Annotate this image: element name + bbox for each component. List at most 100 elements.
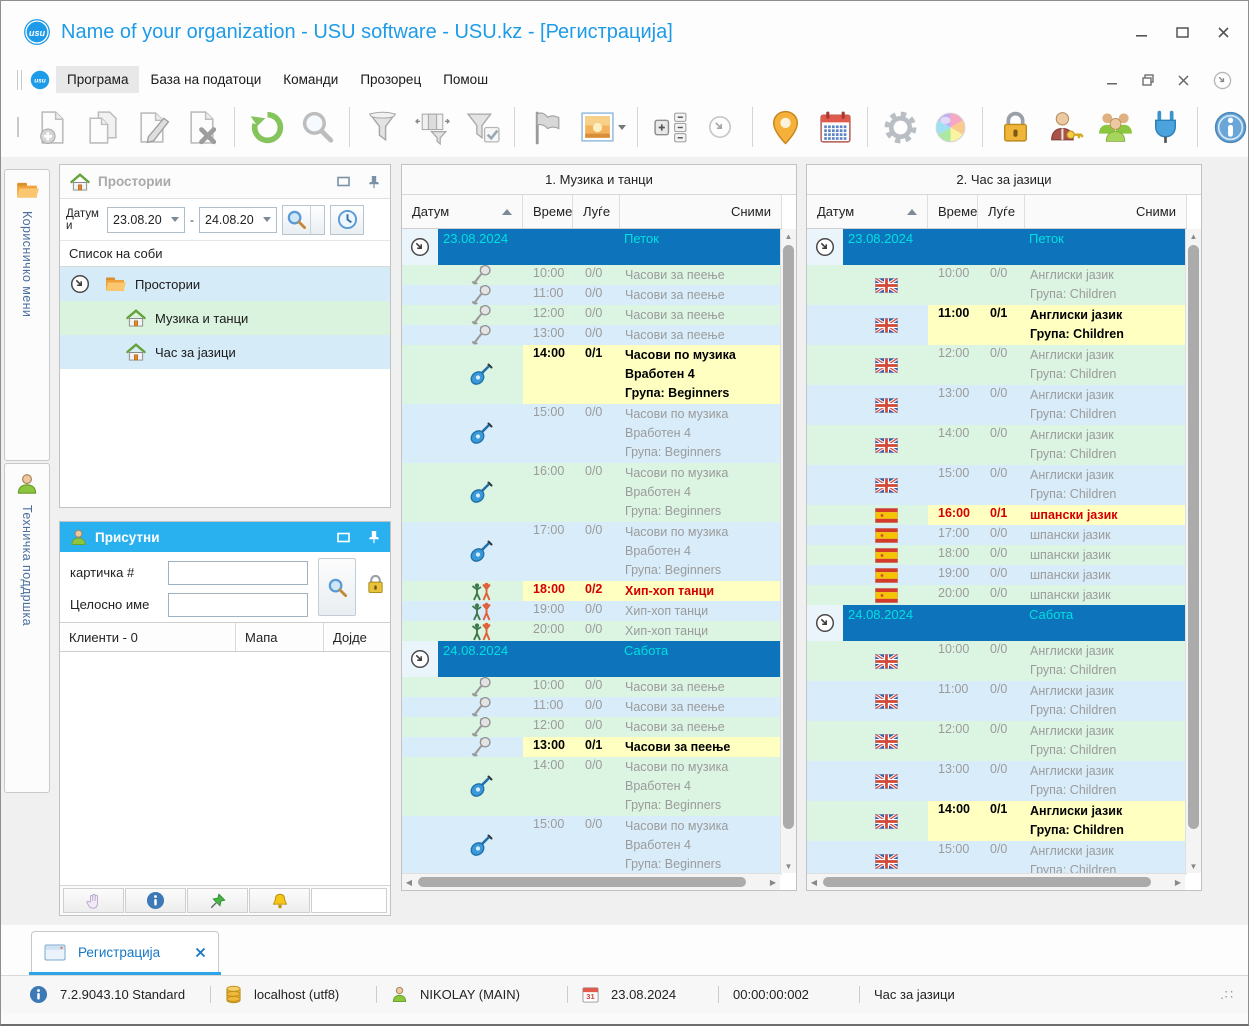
rooms-search-dropdown[interactable] <box>310 205 325 235</box>
mdi-minimize-icon[interactable] <box>1107 75 1118 86</box>
schedule-row[interactable]: 11:00 0/1 Англиски јазикГрупа: Children <box>807 305 1187 345</box>
maximize-icon[interactable] <box>1176 26 1189 39</box>
schedule-row[interactable]: 15:00 0/0 Часови по музикаВработен 4Груп… <box>402 404 782 463</box>
menu-item-4[interactable]: Помош <box>432 66 499 93</box>
color-wheel-button[interactable] <box>925 102 975 152</box>
scrollbar-thumb[interactable] <box>1188 245 1199 829</box>
rooms-clock-button[interactable] <box>330 205 364 235</box>
date-to-select[interactable]: 24.08.20 <box>199 207 277 233</box>
search-button[interactable] <box>292 102 342 152</box>
scroll-down-icon[interactable]: ▼ <box>781 859 796 873</box>
schedule-row[interactable]: 10:00 0/0 Англиски јазикГрупа: Children <box>807 265 1187 305</box>
scroll-up-icon[interactable]: ▲ <box>1186 229 1201 243</box>
col-datum[interactable]: Датум <box>402 195 523 228</box>
present-search-button[interactable] <box>318 558 356 616</box>
filter-check-button[interactable] <box>457 102 507 152</box>
schedule-row[interactable]: 18:00 0/2 Хип-хоп танци <box>402 581 782 601</box>
schedule-row[interactable]: 20:00 0/0 шпански јазик <box>807 585 1187 605</box>
scroll-right-icon[interactable]: ▶ <box>1171 874 1185 890</box>
info-circle-button[interactable] <box>125 888 186 913</box>
users-group-button[interactable] <box>1090 102 1140 152</box>
refresh-button[interactable] <box>242 102 292 152</box>
map-pin-button[interactable] <box>760 102 810 152</box>
overflow-chevron-button[interactable] <box>695 102 745 152</box>
schedule-row[interactable]: 11:00 0/0 Часови за пеење <box>402 285 782 305</box>
schedule-row[interactable]: 17:00 0/0 шпански јазик <box>807 525 1187 545</box>
plug-button[interactable] <box>1140 102 1190 152</box>
pin-icon[interactable] <box>368 175 380 189</box>
schedule-row[interactable]: 16:00 0/1 шпански јазик <box>807 505 1187 525</box>
schedule-row[interactable]: 14:00 0/1 Англиски јазикГрупа: Children <box>807 801 1187 841</box>
col-snimi[interactable]: Сними <box>1025 195 1187 228</box>
clients-col-1[interactable]: Мапа <box>236 623 324 651</box>
doc-copy-button[interactable] <box>77 102 127 152</box>
schedule-row[interactable]: 14:00 0/0 Часови по музикаВработен 4Груп… <box>402 757 782 816</box>
mdi-restore-icon[interactable] <box>1142 74 1154 86</box>
schedule-row[interactable]: 12:00 0/0 Часови за пеење <box>402 305 782 325</box>
close-icon[interactable] <box>195 947 206 958</box>
schedule-row[interactable]: 10:00 0/0 Часови за пеење <box>402 265 782 285</box>
lock-button[interactable] <box>990 102 1040 152</box>
date-group-row[interactable]: 24.08.2024 Сабота <box>402 641 782 677</box>
minimize-box-icon[interactable] <box>337 175 350 188</box>
mdi-close-icon[interactable] <box>1178 75 1189 86</box>
scroll-left-icon[interactable]: ◀ <box>402 874 416 890</box>
schedule-row[interactable]: 13:00 0/0 Англиски јазикГрупа: Children <box>807 385 1187 425</box>
schedule-row[interactable]: 19:00 0/0 шпански јазик <box>807 565 1187 585</box>
date-group-row[interactable]: 23.08.2024 Петок <box>402 229 782 265</box>
col-people[interactable]: Луѓе <box>978 195 1025 228</box>
menu-item-0[interactable]: Програма <box>56 66 139 93</box>
bell-button[interactable] <box>249 888 310 913</box>
scrollbar-thumb[interactable] <box>418 877 746 887</box>
pushpin-button[interactable] <box>187 888 248 913</box>
col-datum[interactable]: Датум <box>807 195 928 228</box>
horizontal-scrollbar[interactable]: ◀ ▶ <box>807 873 1185 890</box>
hand-button[interactable] <box>63 888 124 913</box>
rooms-search-button[interactable] <box>282 205 310 235</box>
vertical-scrollbar[interactable]: ▲ ▼ <box>1185 229 1201 873</box>
schedule-row[interactable]: 19:00 0/0 Хип-хоп танци <box>402 601 782 621</box>
rows-toggle-button[interactable] <box>645 102 695 152</box>
footer-input[interactable] <box>311 888 387 913</box>
vertical-scrollbar[interactable]: ▲ ▼ <box>780 229 796 873</box>
doc-new-button[interactable] <box>27 102 77 152</box>
schedule-row[interactable]: 13:00 0/1 Часови за пеење <box>402 737 782 757</box>
sidebar-tab-tech-support[interactable]: Техничка поддршка <box>4 463 50 793</box>
sidebar-tab-user-menu[interactable]: Корисничко мени <box>4 169 50 461</box>
menu-item-2[interactable]: Команди <box>272 66 349 93</box>
schedule-row[interactable]: 16:00 0/0 Часови по музикаВработен 4Груп… <box>402 463 782 522</box>
tree-item-Час за јазици[interactable]: Час за јазици <box>60 335 390 369</box>
minimize-icon[interactable] <box>1135 26 1148 39</box>
horizontal-scrollbar[interactable]: ◀ ▶ <box>402 873 780 890</box>
schedule-row[interactable]: 18:00 0/0 шпански јазик <box>807 545 1187 565</box>
picture-button[interactable] <box>572 102 622 152</box>
card-number-input[interactable] <box>168 561 308 585</box>
date-group-row[interactable]: 23.08.2024 Петок <box>807 229 1187 265</box>
resize-grip-icon[interactable]: .∷ <box>1220 987 1234 1003</box>
user-key-button[interactable] <box>1040 102 1090 152</box>
clients-col-2[interactable]: Дојде <box>324 623 390 651</box>
schedule-row[interactable]: 14:00 0/1 Часови по музикаВработен 4Груп… <box>402 345 782 404</box>
scroll-left-icon[interactable]: ◀ <box>807 874 821 890</box>
doc-delete-button[interactable] <box>177 102 227 152</box>
menu-item-3[interactable]: Прозорец <box>349 66 432 93</box>
col-time[interactable]: Време <box>523 195 573 228</box>
calendar-button[interactable] <box>810 102 860 152</box>
date-from-select[interactable]: 23.08.20 <box>107 207 185 233</box>
tree-item-Музика и танци[interactable]: Музика и танци <box>60 301 390 335</box>
overflow-chevron-icon[interactable] <box>1213 71 1232 90</box>
filter-button[interactable] <box>357 102 407 152</box>
tree-item-Простории[interactable]: Простории <box>60 267 390 301</box>
schedule-row[interactable]: 10:00 0/0 Часови за пеење <box>402 677 782 697</box>
filter-columns-button[interactable] <box>407 102 457 152</box>
gear-button[interactable] <box>875 102 925 152</box>
schedule-row[interactable]: 20:00 0/0 Хип-хоп танци <box>402 621 782 641</box>
tab-registration[interactable]: Регистрација <box>31 931 219 972</box>
schedule-row[interactable]: 13:00 0/0 Англиски јазикГрупа: Children <box>807 761 1187 801</box>
pin-icon[interactable] <box>368 530 380 544</box>
schedule-row[interactable]: 17:00 0/0 Часови по музикаВработен 4Груп… <box>402 522 782 581</box>
date-group-row[interactable]: 24.08.2024 Сабота <box>807 605 1187 641</box>
close-icon[interactable] <box>1217 26 1230 39</box>
scroll-up-icon[interactable]: ▲ <box>781 229 796 243</box>
schedule-row[interactable]: 12:00 0/0 Англиски јазикГрупа: Children <box>807 345 1187 385</box>
